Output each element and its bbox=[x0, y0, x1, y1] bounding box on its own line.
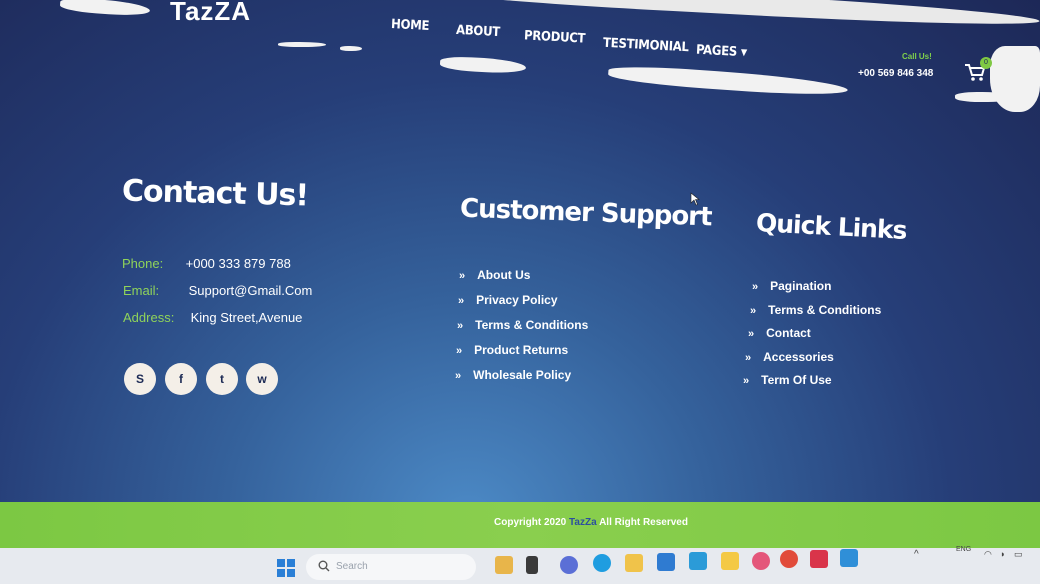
folder-icon[interactable] bbox=[625, 554, 643, 572]
call-label: Call Us! bbox=[902, 52, 932, 61]
phone-value: +000 333 879 788 bbox=[185, 256, 291, 271]
facebook-icon[interactable]: f bbox=[165, 363, 197, 395]
support-link-label: Terms & Conditions bbox=[475, 318, 589, 332]
double-chevron-icon: » bbox=[750, 305, 757, 317]
widgets-icon[interactable] bbox=[526, 556, 538, 574]
quick-link-term-of-use[interactable]: » Term Of Use bbox=[743, 373, 832, 387]
support-link-label: Product Returns bbox=[474, 343, 569, 357]
chevron-up-icon[interactable]: ^ bbox=[914, 549, 919, 560]
brush-stroke bbox=[990, 46, 1040, 112]
quick-link-terms[interactable]: » Terms & Conditions bbox=[750, 303, 881, 317]
sticky-notes-icon[interactable] bbox=[721, 552, 739, 570]
quick-link-label: Term Of Use bbox=[761, 373, 832, 387]
mouse-cursor-icon bbox=[690, 192, 700, 206]
double-chevron-icon: » bbox=[457, 320, 464, 332]
support-link-label: About Us bbox=[477, 268, 531, 282]
nav-pages[interactable]: PAGES ▼ bbox=[696, 43, 748, 61]
support-title: Customer Support bbox=[459, 193, 712, 233]
nav-pages-label: PAGES bbox=[695, 42, 738, 60]
double-chevron-icon: » bbox=[748, 328, 755, 340]
copyright-suffix: All Right Reserved bbox=[599, 517, 688, 528]
address-value: King Street,Avenue bbox=[190, 310, 303, 325]
brush-stroke bbox=[340, 46, 362, 51]
support-link-terms[interactable]: » Terms & Conditions bbox=[457, 318, 588, 332]
support-link-privacy[interactable]: » Privacy Policy bbox=[458, 293, 558, 307]
twitter-icon[interactable]: t bbox=[206, 363, 238, 395]
quick-link-contact[interactable]: » Contact bbox=[748, 326, 811, 340]
copyright-text: Copyright 2020 TazZa All Right Reserved bbox=[494, 517, 688, 528]
file-explorer-icon[interactable] bbox=[495, 556, 513, 574]
quick-links-title: Quick Links bbox=[755, 208, 908, 245]
volume-icon[interactable]: ◗ bbox=[1000, 549, 1005, 559]
cart-count-badge: 0 bbox=[980, 57, 992, 69]
contact-email-row: Email: Support@Gmail.Com bbox=[123, 283, 312, 298]
chat-icon[interactable] bbox=[560, 556, 578, 574]
website-viewport: TazZA HOME ABOUT PRODUCT TESTIMONIAL PAG… bbox=[0, 0, 1040, 548]
nav-testimonial[interactable]: TESTIMONIAL bbox=[603, 36, 689, 55]
taskbar-search-input[interactable]: Search bbox=[306, 554, 476, 580]
support-link-wholesale[interactable]: » Wholesale Policy bbox=[455, 368, 571, 382]
app-icon[interactable] bbox=[810, 550, 828, 568]
os-taskbar bbox=[0, 548, 1040, 584]
brush-stroke bbox=[607, 63, 849, 99]
double-chevron-icon: » bbox=[752, 281, 759, 293]
double-chevron-icon: » bbox=[456, 345, 463, 357]
contact-title: Contact Us! bbox=[121, 173, 309, 214]
quick-link-pagination[interactable]: » Pagination bbox=[752, 279, 831, 293]
nav-home[interactable]: HOME bbox=[391, 17, 430, 34]
double-chevron-icon: » bbox=[458, 295, 465, 307]
email-value[interactable]: Support@Gmail.Com bbox=[189, 283, 313, 298]
language-indicator[interactable]: ENG bbox=[956, 546, 971, 553]
photos-icon[interactable] bbox=[657, 553, 675, 571]
double-chevron-icon: » bbox=[743, 375, 750, 387]
copyright-brand[interactable]: TazZa bbox=[569, 517, 597, 528]
store-icon[interactable] bbox=[689, 552, 707, 570]
site-header: TazZA HOME ABOUT PRODUCT TESTIMONIAL PAG… bbox=[0, 0, 1040, 120]
quick-link-label: Pagination bbox=[770, 279, 832, 293]
support-link-about[interactable]: » About Us bbox=[459, 268, 530, 282]
support-link-label: Wholesale Policy bbox=[473, 368, 572, 382]
battery-icon[interactable]: ▭ bbox=[1014, 549, 1023, 560]
brush-stroke bbox=[278, 42, 326, 47]
brush-stroke bbox=[439, 55, 527, 75]
chrome-icon[interactable] bbox=[780, 550, 798, 568]
edge-icon[interactable] bbox=[593, 554, 611, 572]
skype-icon[interactable]: S bbox=[124, 363, 156, 395]
phone-label: Phone: bbox=[122, 256, 164, 271]
quick-link-accessories[interactable]: » Accessories bbox=[745, 350, 834, 364]
quick-link-label: Terms & Conditions bbox=[768, 303, 882, 317]
support-link-returns[interactable]: » Product Returns bbox=[456, 343, 568, 357]
double-chevron-icon: » bbox=[459, 270, 466, 282]
whatsapp-icon[interactable]: w bbox=[246, 363, 278, 395]
quick-link-label: Contact bbox=[766, 326, 811, 340]
brush-stroke bbox=[419, 0, 1040, 31]
copyright-prefix: Copyright 2020 bbox=[494, 517, 567, 528]
nav-product[interactable]: PRODUCT bbox=[524, 28, 586, 46]
email-label: Email: bbox=[123, 283, 160, 298]
vscode-icon[interactable] bbox=[840, 549, 858, 567]
double-chevron-icon: » bbox=[745, 352, 752, 364]
contact-phone-row: Phone: +000 333 879 788 bbox=[122, 256, 291, 271]
address-label: Address: bbox=[123, 310, 175, 325]
paint-icon[interactable] bbox=[752, 552, 770, 570]
site-logo[interactable]: TazZA bbox=[170, 0, 251, 27]
wifi-icon[interactable]: ◠ bbox=[984, 549, 992, 560]
windows-start-icon[interactable] bbox=[277, 559, 295, 577]
search-icon bbox=[318, 560, 330, 572]
double-chevron-icon: » bbox=[455, 370, 462, 382]
header-phone: +00 569 846 348 bbox=[858, 68, 934, 79]
nav-about[interactable]: ABOUT bbox=[456, 23, 501, 40]
contact-address-row: Address: King Street,Avenue bbox=[123, 310, 302, 325]
quick-link-label: Accessories bbox=[763, 350, 834, 364]
brush-stroke bbox=[59, 0, 151, 18]
chevron-down-icon: ▼ bbox=[740, 47, 748, 58]
support-link-label: Privacy Policy bbox=[476, 293, 558, 307]
